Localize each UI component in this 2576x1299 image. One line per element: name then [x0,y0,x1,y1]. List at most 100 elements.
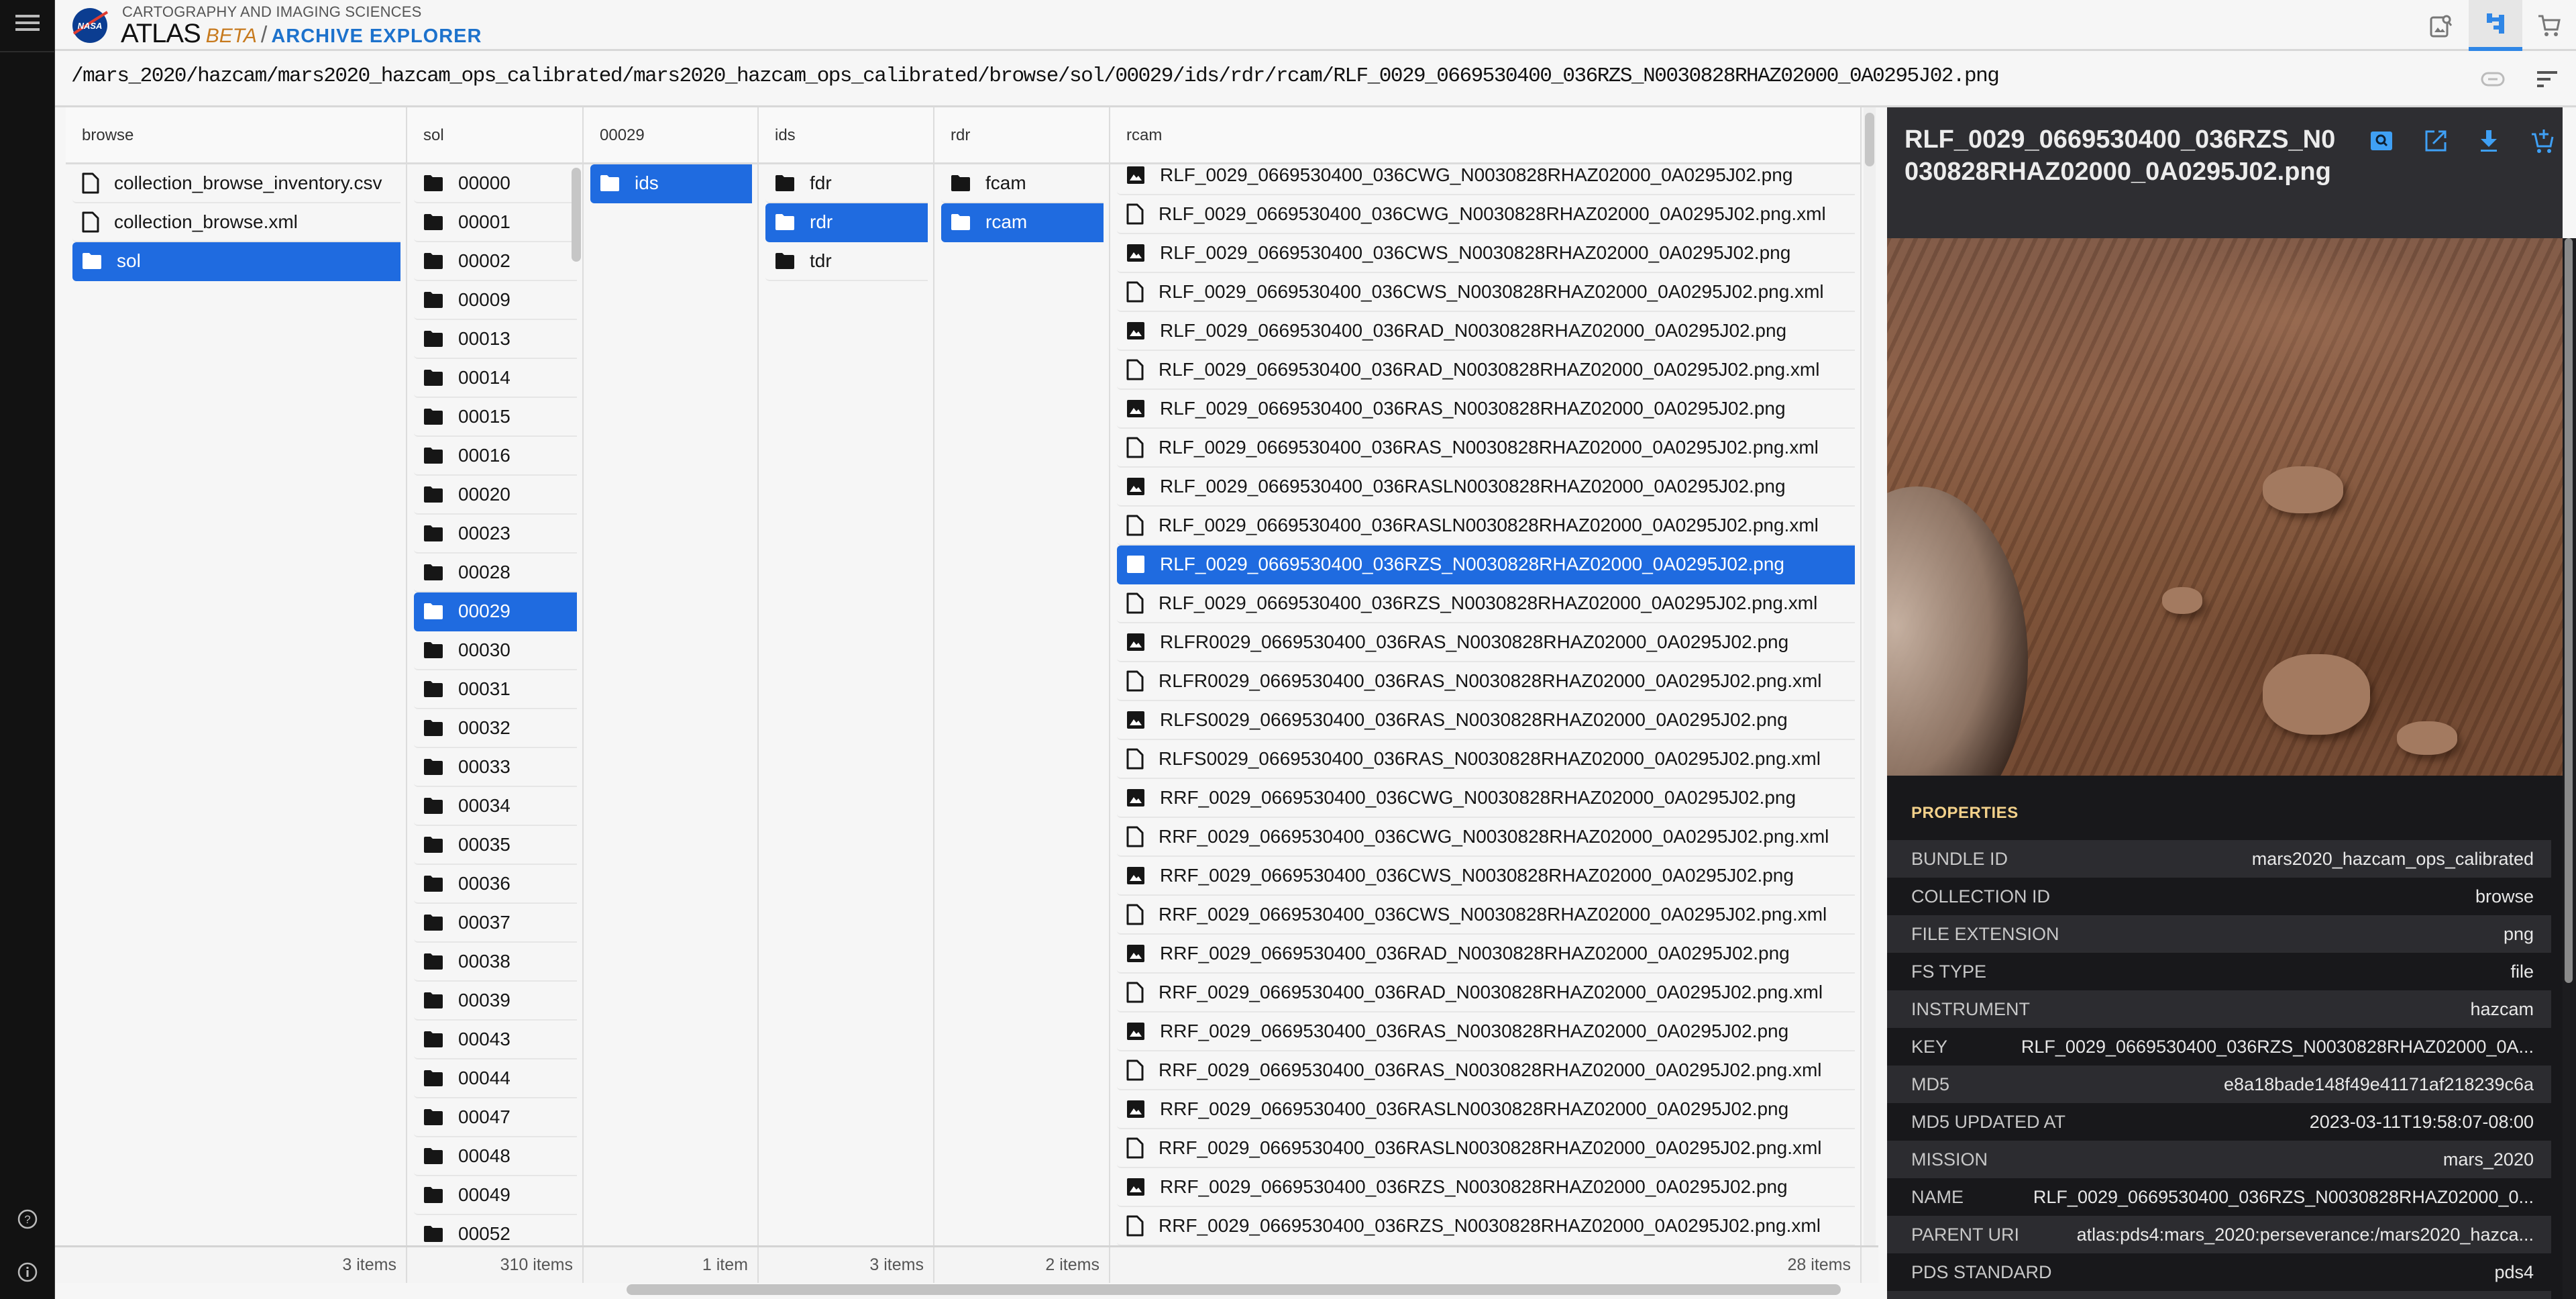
file-icon [1126,359,1159,380]
list-item[interactable]: 00002 [414,242,577,281]
horizontal-scrollbar[interactable] [627,1284,1841,1295]
list-item[interactable]: RLF_0029_0669530400_036RAD_N0030828RHAZ0… [1117,312,1855,351]
image-search-icon[interactable] [2414,0,2468,51]
list-item[interactable]: RLF_0029_0669530400_036CWS_N0030828RHAZ0… [1117,273,1855,312]
list-item[interactable]: RRF_0029_0669530400_036RAD_N0030828RHAZ0… [1117,974,1855,1012]
item-name: RLF_0029_0669530400_036CWG_N0030828RHAZ0… [1159,203,1826,224]
list-item[interactable]: RLF_0029_0669530400_036RAD_N0030828RHAZ0… [1117,351,1855,390]
list-item[interactable]: 00048 [414,1137,577,1176]
list-item[interactable]: 00028 [414,554,577,592]
list-item[interactable]: 00032 [414,709,577,748]
list-item[interactable]: RLF_0029_0669530400_036RAS_N0030828RHAZ0… [1117,390,1855,429]
list-item[interactable]: 00036 [414,865,577,904]
tree-view-icon[interactable] [2469,0,2522,51]
list-item[interactable]: fcam [941,164,1104,203]
list-item[interactable]: RLFS0029_0669530400_036RAS_N0030828RHAZ0… [1117,740,1855,779]
list-item[interactable]: RRF_0029_0669530400_036RASLN0030828RHAZ0… [1117,1129,1855,1168]
list-item[interactable]: 00052 [414,1215,577,1245]
list-item[interactable]: tdr [765,242,928,281]
list-item[interactable]: rdr [765,203,928,242]
property-row: NAME RLF_0029_0669530400_036RZS_N0030828R… [1887,1178,2551,1216]
list-item[interactable]: 00031 [414,670,577,709]
list-item[interactable]: 00037 [414,904,577,943]
list-item[interactable]: RLF_0029_0669530400_036RASLN0030828RHAZ0… [1117,507,1855,545]
list-item[interactable]: 00047 [414,1098,577,1137]
list-item[interactable]: RLFR0029_0669530400_036RAS_N0030828RHAZ0… [1117,623,1855,662]
file-icon [1126,203,1159,225]
list-item[interactable]: 00049 [414,1176,577,1215]
list-item[interactable]: collection_browse.xml [72,203,400,242]
item-name: 00030 [458,639,511,660]
item-name: RLF_0029_0669530400_036CWS_N0030828RHAZ0… [1159,281,1824,302]
list-item[interactable]: 00044 [414,1059,577,1098]
app-title[interactable]: ATLAS BETA / ARCHIVE EXPLORER [121,19,482,49]
list-item[interactable]: 00001 [414,203,577,242]
list-item[interactable]: RRF_0029_0669530400_036RASLN0030828RHAZ0… [1117,1090,1855,1129]
list-item[interactable]: RRF_0029_0669530400_036RAS_N0030828RHAZ0… [1117,1012,1855,1051]
info-icon[interactable] [13,1258,42,1286]
list-item[interactable]: collection_browse_inventory.csv [72,164,400,203]
list-item[interactable]: RRF_0029_0669530400_036CWS_N0030828RHAZ0… [1117,896,1855,935]
list-item[interactable]: RLF_0029_0669530400_036CWS_N0030828RHAZ0… [1117,234,1855,273]
list-item[interactable]: 00029 [414,592,577,631]
list-item[interactable]: ids [590,164,752,203]
item-name: RRF_0029_0669530400_036RASLN0030828RHAZ0… [1160,1098,1789,1119]
list-item[interactable]: 00034 [414,787,577,826]
item-name: 00048 [458,1145,511,1166]
property-key: INSTRUMENT [1911,998,2030,1019]
list-item[interactable]: 00038 [414,943,577,982]
details-scrollbar[interactable] [2563,238,2576,1299]
download-icon[interactable] [2472,124,2506,158]
list-item[interactable]: 00014 [414,359,577,398]
list-item[interactable]: RLF_0029_0669530400_036RAS_N0030828RHAZ0… [1117,429,1855,468]
cart-icon[interactable] [2522,0,2576,51]
list-item[interactable]: RLFS0029_0669530400_036RAS_N0030828RHAZ0… [1117,701,1855,740]
list-item[interactable]: 00033 [414,748,577,787]
rcam-scrollbar-track[interactable] [1864,107,1876,1245]
list-item[interactable]: 00035 [414,826,577,865]
sol-scrollbar-thumb[interactable] [572,168,581,262]
list-item[interactable]: RLF_0029_0669530400_036RASLN0030828RHAZ0… [1117,468,1855,507]
list-item[interactable]: RLF_0029_0669530400_036CWG_N0030828RHAZ0… [1117,156,1855,195]
list-item[interactable]: 00030 [414,631,577,670]
list-item[interactable]: rcam [941,203,1104,242]
item-name: 00034 [458,795,511,816]
folder-icon [423,252,458,270]
list-item[interactable]: RRF_0029_0669530400_036RAD_N0030828RHAZ0… [1117,935,1855,974]
list-item[interactable]: RRF_0029_0669530400_036RZS_N0030828RHAZ0… [1117,1168,1855,1207]
list-item[interactable]: RRF_0029_0669530400_036CWG_N0030828RHAZ0… [1117,818,1855,857]
list-item[interactable]: 00023 [414,515,577,554]
list-item[interactable]: 00016 [414,437,577,476]
current-path[interactable]: /mars_2020/hazcam/mars2020_hazcam_ops_ca… [71,64,2000,88]
details-scrollbar-thumb[interactable] [2565,238,2573,983]
list-item[interactable]: 00000 [414,164,577,203]
list-item[interactable]: RRF_0029_0669530400_036CWS_N0030828RHAZ0… [1117,857,1855,896]
list-item[interactable]: RLF_0029_0669530400_036CWG_N0030828RHAZ0… [1117,195,1855,234]
list-item[interactable]: 00013 [414,320,577,359]
menu-icon[interactable] [13,9,42,37]
preview-icon[interactable] [2365,124,2398,158]
folder-icon [775,174,810,192]
rcam-scrollbar-thumb[interactable] [1865,113,1874,166]
image-icon [1126,633,1160,652]
list-item[interactable]: 00009 [414,281,577,320]
link-icon[interactable] [2478,64,2508,94]
list-item[interactable]: RRF_0029_0669530400_036RZS_N0030828RHAZ0… [1117,1207,1855,1245]
list-item[interactable]: RRF_0029_0669530400_036CWG_N0030828RHAZ0… [1117,779,1855,818]
list-item[interactable]: 00015 [414,398,577,437]
image-preview[interactable] [1887,238,2563,776]
sort-icon[interactable] [2532,64,2562,94]
list-item[interactable]: RLF_0029_0669530400_036RZS_N0030828RHAZ0… [1117,545,1855,584]
open-external-icon[interactable] [2419,124,2453,158]
list-item[interactable]: 00039 [414,982,577,1021]
list-item[interactable]: fdr [765,164,928,203]
add-to-cart-icon[interactable] [2526,124,2559,158]
list-item[interactable]: RRF_0029_0669530400_036RAS_N0030828RHAZ0… [1117,1051,1855,1090]
list-item[interactable]: RLF_0029_0669530400_036RZS_N0030828RHAZ0… [1117,584,1855,623]
list-item[interactable]: sol [72,242,400,281]
list-item[interactable]: RLFR0029_0669530400_036RAS_N0030828RHAZ0… [1117,662,1855,701]
help-icon[interactable]: ? [13,1205,42,1233]
list-item[interactable]: 00020 [414,476,577,515]
file-icon [1126,826,1159,847]
list-item[interactable]: 00043 [414,1021,577,1059]
